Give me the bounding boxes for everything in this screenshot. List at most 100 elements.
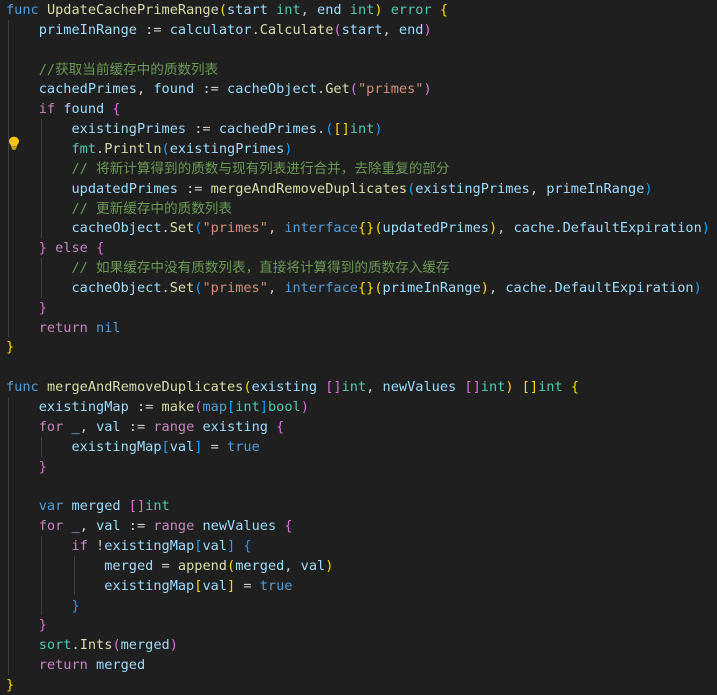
code-token: . — [317, 81, 326, 98]
code-line[interactable]: if found { — [6, 99, 121, 119]
code-token: merged — [96, 657, 146, 674]
code-token: ) — [505, 379, 514, 396]
lightbulb-icon[interactable] — [8, 136, 20, 150]
code-line[interactable]: existingMap := make(map[int]bool) — [6, 397, 309, 417]
code-token: end — [317, 2, 342, 18]
code-line[interactable]: cachedPrimes, found := cacheObject.Get("… — [6, 79, 432, 99]
code-line[interactable]: for _, val := range existing { — [6, 417, 285, 437]
code-line[interactable]: return merged — [6, 655, 145, 675]
code-token: merged — [235, 557, 285, 574]
code-line[interactable]: existingMap[val] = true — [6, 576, 293, 596]
code-line[interactable]: sort.Ints(merged) — [6, 635, 178, 655]
code-token: ( — [374, 279, 383, 296]
code-token: { — [276, 418, 285, 435]
code-line[interactable]: cacheObject.Set("primes", interface{}(pr… — [6, 278, 701, 298]
code-token: { — [570, 379, 580, 396]
code-token: existing — [202, 418, 268, 435]
code-token: return — [38, 319, 88, 336]
code-line[interactable]: } — [6, 615, 47, 635]
code-token: found — [63, 101, 105, 118]
code-line[interactable]: // 更新缓存中的质数列表 — [6, 199, 232, 219]
code-token: bool — [267, 399, 301, 415]
code-token: for — [38, 518, 64, 535]
code-line[interactable]: return nil — [6, 318, 121, 338]
code-line[interactable]: // 将新计算得到的质数与现有列表进行合并，去除重复的部分 — [6, 159, 449, 179]
code-line[interactable]: func UpdateCachePrimeRange(start int, en… — [6, 0, 448, 20]
code-token: [ — [227, 399, 236, 415]
code-token: Ints — [79, 637, 113, 654]
code-token: val — [96, 418, 121, 435]
code-line[interactable]: existingMap[val] = true — [6, 437, 259, 457]
code-token: ) — [300, 399, 309, 415]
code-token: ( — [112, 637, 121, 654]
code-token: ] — [227, 537, 236, 554]
code-line[interactable]: for _, val := range newValues { — [6, 516, 293, 536]
code-line[interactable]: existingPrimes := cachedPrimes.([]int) — [6, 119, 382, 139]
code-token: ) — [284, 140, 293, 157]
code-token: ! — [87, 537, 105, 554]
code-line[interactable]: } — [6, 337, 14, 357]
code-token: cacheObject — [71, 220, 162, 237]
code-token: = — [153, 557, 178, 574]
code-editor[interactable]: func UpdateCachePrimeRange(start int, en… — [0, 0, 717, 693]
code-line[interactable]: updatedPrimes := mergeAndRemoveDuplicate… — [6, 179, 652, 199]
code-token: Set — [169, 220, 195, 237]
code-token: existingMap — [71, 438, 162, 455]
code-token: , — [284, 557, 301, 574]
code-token: , — [79, 518, 97, 535]
code-line[interactable]: } — [6, 298, 47, 318]
code-token: newValues — [382, 379, 457, 396]
code-token: := — [128, 399, 162, 415]
code-token: := — [177, 180, 211, 197]
code-line[interactable]: func mergeAndRemoveDuplicates(existing [… — [6, 377, 579, 397]
code-line[interactable]: } else { — [6, 238, 105, 258]
code-line[interactable]: // 如果缓存中没有质数列表，直接将计算得到的质数存入缓存 — [6, 258, 449, 278]
code-token: "primes" — [202, 220, 268, 237]
code-line[interactable]: //获取当前缓存中的质数列表 — [6, 60, 219, 80]
code-line[interactable]: cacheObject.Set("primes", interface{}(up… — [6, 218, 709, 238]
code-token: int — [276, 2, 301, 18]
code-token: true — [259, 577, 293, 594]
code-token: ) — [169, 637, 178, 654]
code-token: int — [349, 2, 375, 18]
code-token: } — [38, 240, 47, 257]
code-token: existingMap — [104, 577, 195, 594]
code-token: calculator — [169, 21, 252, 38]
code-line[interactable]: var merged []int — [6, 496, 170, 516]
code-token: . — [554, 220, 563, 237]
code-line[interactable]: } — [6, 596, 80, 616]
code-token: val — [96, 518, 121, 535]
code-token: func — [6, 379, 39, 396]
code-line[interactable]: primeInRange := calculator.Calculate(sta… — [6, 20, 432, 40]
code-token: ( — [227, 557, 236, 574]
code-line[interactable]: } — [6, 675, 14, 695]
code-token: ) — [488, 220, 498, 237]
code-line[interactable]: fmt.Println(existingPrimes) — [6, 139, 292, 159]
code-token: } — [71, 597, 80, 614]
code-token: , — [366, 379, 383, 396]
code-line[interactable]: merged = append(merged, val) — [6, 556, 333, 576]
code-token: val — [202, 577, 227, 594]
code-line[interactable]: } — [6, 457, 47, 477]
code-token: val — [202, 537, 228, 554]
code-token: // 更新缓存中的质数列表 — [71, 200, 232, 217]
code-line[interactable]: if !existingMap[val] { — [6, 536, 251, 556]
code-token: _ — [71, 518, 80, 535]
code-token: existingMap — [38, 399, 129, 415]
code-token: Calculate — [259, 21, 334, 38]
